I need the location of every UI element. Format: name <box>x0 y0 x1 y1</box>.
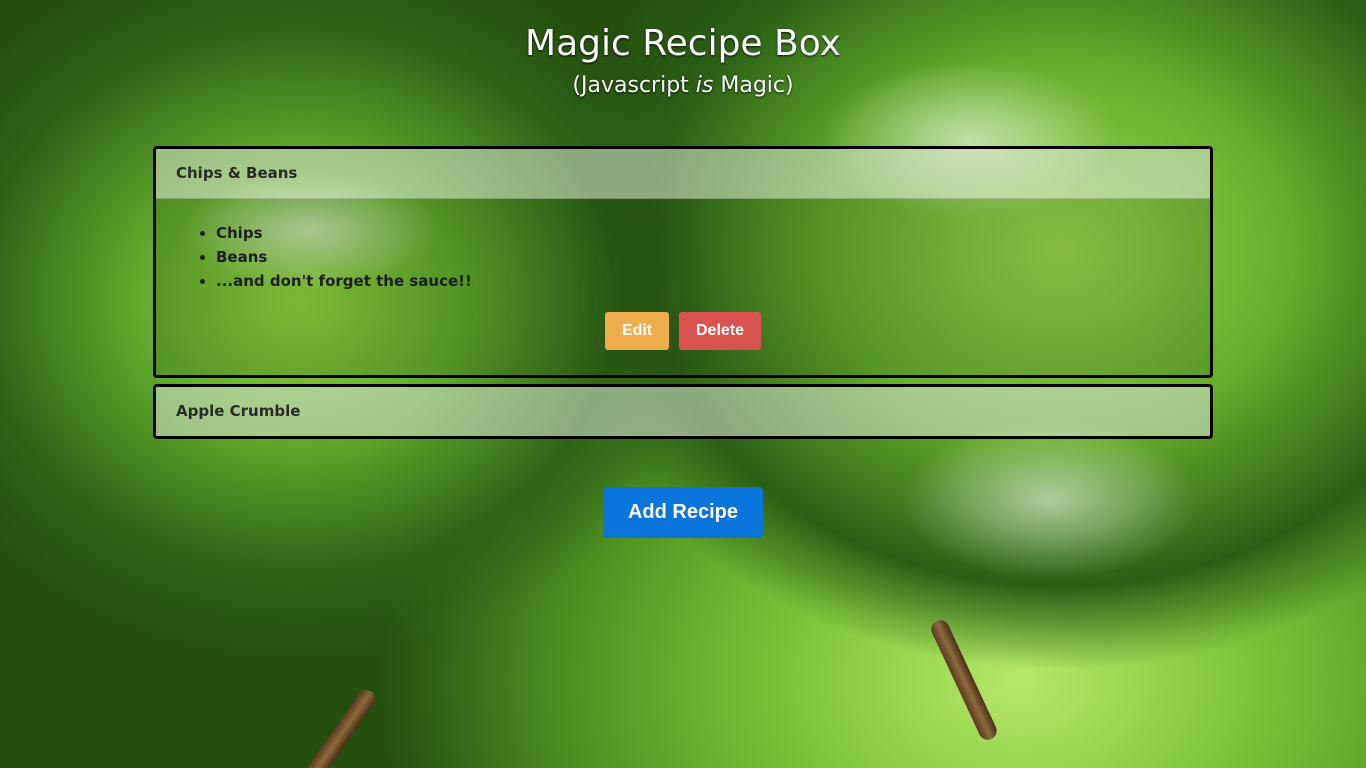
delete-button[interactable]: Delete <box>679 312 761 350</box>
ingredient-item: Chips <box>216 221 1210 245</box>
recipe-panel: Apple Crumble <box>153 384 1213 439</box>
ingredient-item: ...and don't forget the sauce!! <box>216 269 1210 293</box>
edit-button[interactable]: Edit <box>605 312 669 350</box>
recipe-body: Chips Beans ...and don't forget the sauc… <box>156 199 1210 375</box>
add-recipe-button[interactable]: Add Recipe <box>603 487 763 538</box>
page-header: Magic Recipe Box (Javascript is Magic) <box>0 18 1366 102</box>
ingredient-list: Chips Beans ...and don't forget the sauc… <box>156 199 1210 293</box>
subtitle-suffix: Magic) <box>713 73 794 98</box>
recipe-actions: Edit Delete <box>156 312 1210 350</box>
add-recipe-area: Add Recipe <box>0 487 1366 538</box>
page-subtitle: (Javascript is Magic) <box>0 70 1366 102</box>
subtitle-emphasis: is <box>695 73 714 98</box>
recipe-list: Chips & Beans Chips Beans ...and don't f… <box>153 146 1213 445</box>
subtitle-prefix: (Javascript <box>572 73 696 98</box>
recipe-title[interactable]: Apple Crumble <box>156 387 1210 436</box>
recipe-title[interactable]: Chips & Beans <box>156 149 1210 199</box>
recipe-panel: Chips & Beans Chips Beans ...and don't f… <box>153 146 1213 378</box>
page: Magic Recipe Box (Javascript is Magic) C… <box>0 0 1366 768</box>
page-title: Magic Recipe Box <box>525 23 841 64</box>
ingredient-item: Beans <box>216 245 1210 269</box>
